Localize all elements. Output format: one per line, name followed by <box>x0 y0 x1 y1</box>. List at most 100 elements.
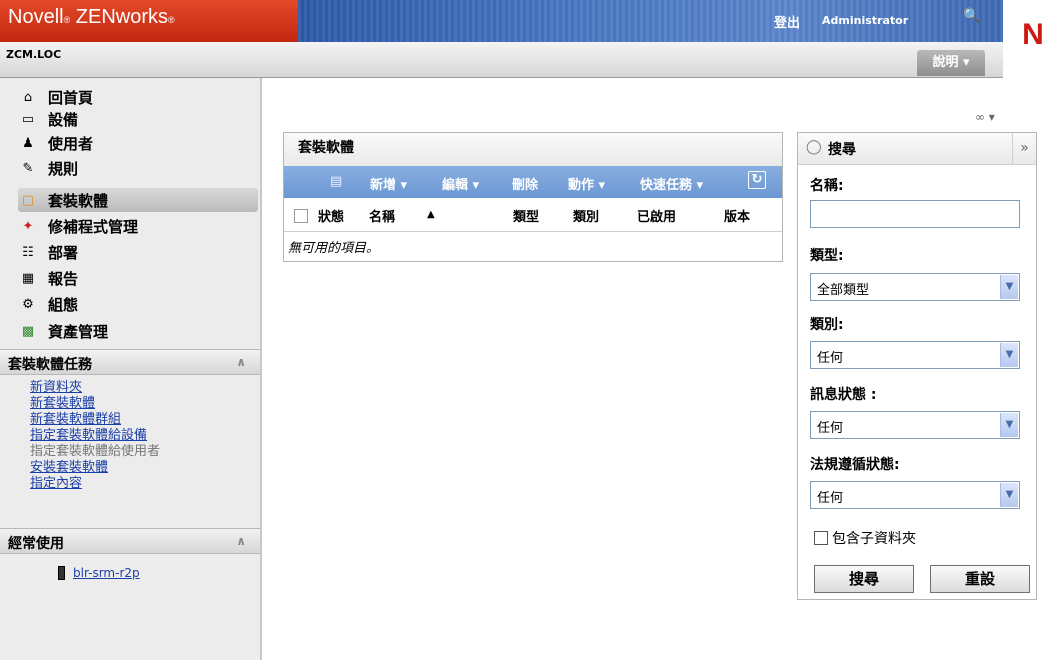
compliance-status-label: 法規遵循狀態: <box>810 457 900 473</box>
help-menu-button[interactable]: 說明 ▾ <box>917 50 985 76</box>
bundles-toolbar: ▤ 新增 ▾ 編輯 ▾ 刪除 動作 ▾ 快速任務 ▾ ↻ <box>284 166 782 198</box>
monitor-icon: ▭ <box>21 111 35 127</box>
category-select[interactable]: 任何 ▼ <box>810 341 1020 369</box>
task-new-bundle[interactable]: 新套裝軟體 <box>30 396 95 411</box>
current-user: Administrator <box>822 14 909 27</box>
bundles-panel: 套裝軟體 ▤ 新增 ▾ 編輯 ▾ 刪除 動作 ▾ 快速任務 ▾ ↻ 狀態 名稱 … <box>283 132 783 262</box>
nav-item-deployment[interactable]: ☷ 部署 <box>20 241 78 263</box>
frequently-used-header: 經常使用 ∧ <box>0 528 260 554</box>
column-enabled[interactable]: 已啟用 <box>637 206 676 225</box>
brand-product: ZENworks <box>75 6 169 28</box>
nav-item-label: 使用者 <box>48 134 94 153</box>
bundle-tasks-header: 套裝軟體任務 ∧ <box>0 349 260 375</box>
link-options-icon[interactable]: ∞ ▾ <box>975 110 995 124</box>
nav-item-label: 規則 <box>48 159 79 178</box>
select-all-checkbox[interactable] <box>294 209 308 223</box>
nav-item-label: 套裝軟體 <box>48 191 109 210</box>
bundles-table-header: 狀態 名稱 ▲ 類型 類別 已啟用 版本 <box>284 198 782 232</box>
brand-name: Novell <box>8 6 64 28</box>
category-label: 類別: <box>810 317 844 333</box>
nav-item-label: 報告 <box>48 269 79 288</box>
nav-item-users[interactable]: ♟ 使用者 <box>20 132 93 154</box>
frequently-used-title: 經常使用 <box>8 536 64 552</box>
chevron-down-icon[interactable]: ▼ <box>1000 343 1018 367</box>
server-icon <box>58 566 65 580</box>
bundle-tasks-title: 套裝軟體任務 <box>8 357 92 373</box>
task-new-folder[interactable]: 新資料夾 <box>30 380 82 395</box>
refresh-icon[interactable]: ↻ <box>748 171 766 189</box>
recent-device-link[interactable]: blr-srm-r2p <box>58 566 140 580</box>
bundles-panel-title: 套裝軟體 <box>284 133 782 166</box>
folder-up-icon[interactable]: ▤ <box>330 174 342 189</box>
nav-item-label: 部署 <box>48 243 79 262</box>
delete-button[interactable]: 刪除 <box>512 174 538 193</box>
nav-item-bundles[interactable]: ▢ 套裝軟體 <box>20 189 108 211</box>
collapse-icon[interactable]: ∧ <box>236 355 246 369</box>
task-install-bundle[interactable]: 安裝套裝軟體 <box>30 460 108 475</box>
empty-list-message: 無可用的項目。 <box>288 241 380 256</box>
user-icon: ♟ <box>22 135 34 151</box>
header-bar: 登出 Administrator 🔍 <box>298 0 1003 42</box>
column-type[interactable]: 類型 <box>513 206 539 225</box>
brand-logo: Novell® ZENworks® <box>0 0 298 42</box>
nav-item-label: 設備 <box>48 110 79 129</box>
deployment-icon: ☷ <box>22 244 34 260</box>
quick-tasks-menu-button[interactable]: 快速任務 ▾ <box>640 174 703 193</box>
edit-menu-button[interactable]: 編輯 ▾ <box>442 174 479 193</box>
configuration-icon: ⚙ <box>22 296 34 312</box>
bundle-icon: ▢ <box>21 192 35 208</box>
zone-name: ZCM.LOC <box>6 48 62 61</box>
include-subfolders-option[interactable]: 包含子資料夾 <box>814 528 916 548</box>
nav-item-label: 回首頁 <box>48 88 94 107</box>
column-name[interactable]: 名稱 <box>369 206 395 225</box>
name-label: 名稱: <box>810 178 844 194</box>
type-select[interactable]: 全部類型 ▼ <box>810 273 1020 301</box>
search-panel-header: ◯ 搜尋 » <box>798 133 1036 165</box>
nav-item-label: 修補程式管理 <box>48 217 139 236</box>
search-panel-title: 搜尋 <box>828 142 856 158</box>
recent-device-label: blr-srm-r2p <box>73 566 140 580</box>
nav-item-configuration[interactable]: ⚙ 組態 <box>20 293 78 315</box>
task-assign-to-device[interactable]: 指定套裝軟體給設備 <box>30 428 147 443</box>
patch-icon: ✦ <box>22 218 34 234</box>
name-input[interactable] <box>810 200 1020 228</box>
task-new-bundle-group[interactable]: 新套裝軟體群組 <box>30 412 121 427</box>
message-status-label: 訊息狀態 : <box>810 387 877 403</box>
search-button[interactable]: 搜尋 <box>814 565 914 593</box>
task-assign-to-user: 指定套裝軟體給使用者 <box>30 444 161 459</box>
nav-item-patch-management[interactable]: ✦ 修補程式管理 <box>20 215 138 237</box>
message-status-select[interactable]: 任何 ▼ <box>810 411 1020 439</box>
logout-link[interactable]: 登出 <box>774 12 800 31</box>
reset-button[interactable]: 重設 <box>930 565 1030 593</box>
nav-item-asset-management[interactable]: ▩ 資產管理 <box>20 320 108 342</box>
column-status[interactable]: 狀態 <box>318 206 344 225</box>
column-version[interactable]: 版本 <box>724 206 750 225</box>
brand-mark-2: ® <box>168 15 175 25</box>
report-icon: ▦ <box>21 270 35 286</box>
sort-ascending-icon[interactable]: ▲ <box>427 209 435 220</box>
chevron-down-icon[interactable]: ▼ <box>1000 413 1018 437</box>
nav-item-label: 資產管理 <box>48 322 109 341</box>
new-menu-button[interactable]: 新增 ▾ <box>370 174 407 193</box>
expand-panel-icon[interactable]: » <box>1012 133 1036 164</box>
magnifier-icon[interactable]: 🔍 <box>963 8 980 24</box>
brand-mark: ® <box>63 15 71 25</box>
left-navigation: ⌂ 回首頁 ▭ 設備 ♟ 使用者 ✎ 規則 ▢ 套裝軟體 ✦ 修補程式管理 ☷ … <box>0 78 262 660</box>
top-banner: Novell® ZENworks® 登出 Administrator 🔍 N <box>0 0 1063 78</box>
include-subfolders-label: 包含子資料夾 <box>832 531 916 547</box>
column-category[interactable]: 類別 <box>573 206 599 225</box>
nav-item-devices[interactable]: ▭ 設備 <box>20 108 78 130</box>
nav-item-home[interactable]: ⌂ 回首頁 <box>20 86 93 108</box>
task-assign-content[interactable]: 指定內容 <box>30 476 82 491</box>
nav-item-reports[interactable]: ▦ 報告 <box>20 267 78 289</box>
collapse-icon[interactable]: ∧ <box>236 534 246 548</box>
search-panel: ◯ 搜尋 » 名稱: 類型: 全部類型 ▼ 類別: 任何 ▼ 訊息狀態 : 任何… <box>797 132 1037 600</box>
compliance-status-select[interactable]: 任何 ▼ <box>810 481 1020 509</box>
chevron-down-icon[interactable]: ▼ <box>1000 483 1018 507</box>
include-subfolders-checkbox[interactable] <box>814 531 828 545</box>
action-menu-button[interactable]: 動作 ▾ <box>568 174 605 193</box>
nav-item-policies[interactable]: ✎ 規則 <box>20 157 78 179</box>
policy-icon: ✎ <box>22 160 34 176</box>
message-status-select-value: 任何 <box>817 421 844 436</box>
chevron-down-icon[interactable]: ▼ <box>1000 275 1018 299</box>
